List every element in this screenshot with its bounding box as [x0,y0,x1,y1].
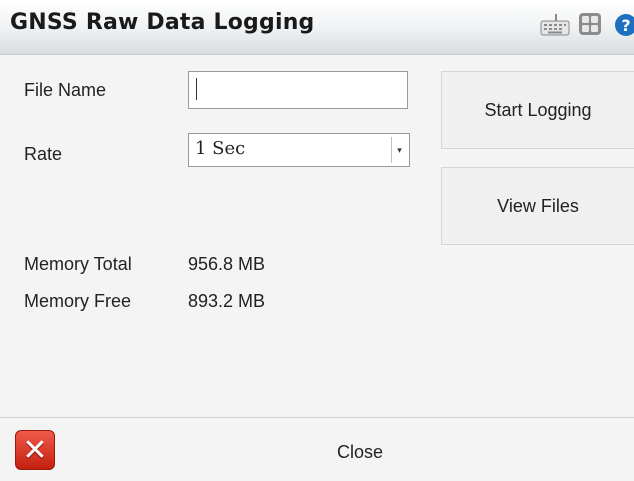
start-logging-button[interactable]: Start Logging [441,71,634,149]
keyboard-icon[interactable] [540,14,570,36]
file-name-input[interactable] [189,72,407,108]
help-icon[interactable]: ? [614,12,634,38]
file-name-label: File Name [24,80,107,100]
footer-bar: ✕ Close [0,417,634,481]
view-files-button[interactable]: View Files [441,167,634,245]
close-button[interactable]: Close [337,442,383,463]
memory-free-value: 893.2 MB [188,291,266,311]
memory-total-label: Memory Total [24,254,132,274]
text-caret [196,78,197,100]
file-name-field[interactable] [188,71,408,109]
window-title: GNSS Raw Data Logging [10,10,315,35]
grid-icon[interactable] [578,12,602,36]
memory-total-value: 956.8 MB [188,254,266,274]
chevron-down-icon[interactable]: ▾ [391,137,407,163]
rate-select[interactable]: 1 Sec ▾ [188,133,410,167]
title-bar: GNSS Raw Data Logging ? [0,0,634,55]
rate-label: Rate [24,144,63,164]
close-icon[interactable]: ✕ [15,430,55,470]
svg-text:?: ? [621,16,630,35]
memory-free-label: Memory Free [24,291,132,311]
rate-select-value: 1 Sec [195,138,246,159]
